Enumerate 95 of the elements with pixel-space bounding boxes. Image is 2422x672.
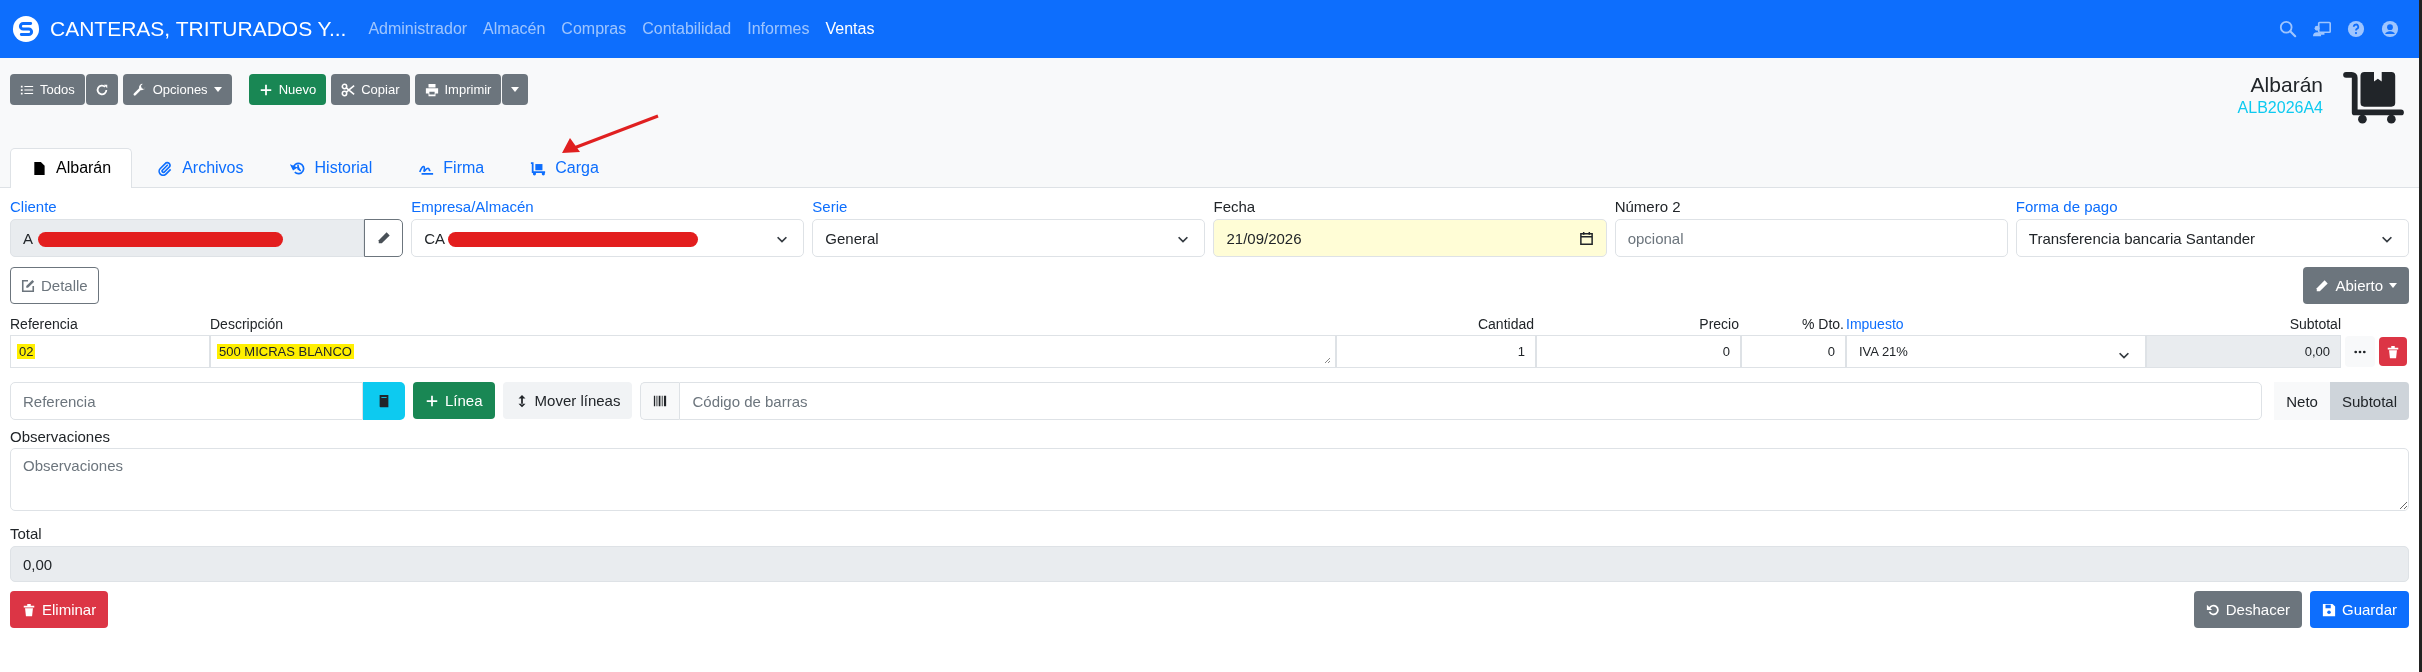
caret-icon bbox=[511, 87, 520, 92]
copy-button[interactable]: Copiar bbox=[331, 74, 410, 105]
print-dropdown-button[interactable] bbox=[502, 74, 529, 105]
undo-icon bbox=[2205, 602, 2220, 617]
text-field[interactable]: opcional bbox=[1614, 219, 2008, 257]
select-field[interactable]: Transferencia bancaria Santander bbox=[2015, 219, 2409, 257]
file-icon bbox=[31, 160, 47, 176]
total-field: 0,00 bbox=[10, 546, 2409, 582]
todos-button[interactable]: Todos bbox=[10, 74, 85, 105]
column-header: Cantidad bbox=[1476, 316, 1535, 334]
new-button[interactable]: Nuevo bbox=[248, 74, 327, 105]
presenter-icon[interactable] bbox=[2313, 20, 2331, 38]
menu-item[interactable]: Almacén bbox=[483, 20, 546, 38]
column-header: Precio bbox=[1698, 316, 1740, 334]
menu-item[interactable]: Contabilidad bbox=[642, 20, 732, 38]
reference-field[interactable]: Referencia bbox=[10, 382, 363, 420]
options-button[interactable]: Opciones bbox=[122, 74, 232, 105]
select-field[interactable]: CA bbox=[411, 219, 805, 257]
pencil-icon bbox=[376, 231, 391, 245]
help-icon[interactable] bbox=[2347, 20, 2365, 38]
field-label: Observaciones bbox=[10, 428, 111, 446]
status-button[interactable]: Abierto bbox=[2303, 267, 2409, 304]
caret-icon bbox=[2389, 283, 2397, 288]
caret-icon bbox=[213, 87, 222, 92]
column-header: Descripción bbox=[210, 316, 285, 334]
tab[interactable]: Historial bbox=[268, 148, 394, 188]
select-field[interactable]: General bbox=[812, 219, 1206, 257]
field-label-link[interactable]: Cliente bbox=[10, 198, 57, 216]
barcode-icon bbox=[653, 394, 668, 408]
description-input[interactable]: 500 MICRAS BLANCO bbox=[210, 335, 1336, 368]
subtotal-field: 0,00 bbox=[2146, 335, 2341, 368]
menu-item[interactable]: Compras bbox=[561, 20, 627, 38]
field-label-link[interactable]: Forma de pago bbox=[2015, 198, 2118, 216]
delete-line-button[interactable] bbox=[2379, 337, 2407, 366]
trash-icon bbox=[2386, 344, 2400, 359]
tab[interactable]: Albarán bbox=[10, 148, 133, 188]
save-icon bbox=[2321, 602, 2336, 617]
pencil-icon bbox=[2315, 278, 2330, 293]
field-label: Total bbox=[10, 525, 42, 543]
tax-select[interactable]: IVA 21% bbox=[1846, 335, 2146, 368]
print-button[interactable]: Imprimir bbox=[414, 74, 502, 105]
save-button[interactable]: Guardar bbox=[2309, 591, 2409, 628]
hand-truck-icon bbox=[530, 160, 547, 176]
discount-input[interactable]: 0 bbox=[1741, 335, 1846, 368]
plus-icon bbox=[258, 82, 273, 97]
paperclip-icon bbox=[157, 160, 174, 176]
price-input[interactable]: 0 bbox=[1536, 335, 1741, 368]
wrench-icon bbox=[132, 82, 147, 97]
reload-button[interactable] bbox=[85, 74, 118, 105]
search-icon[interactable] bbox=[2279, 20, 2297, 38]
field-label: Número 2 bbox=[1614, 198, 1681, 216]
app-logo-icon[interactable] bbox=[12, 15, 40, 43]
mode-toggle[interactable]: Subtotal bbox=[2329, 382, 2409, 420]
tab[interactable]: Firma bbox=[397, 148, 506, 188]
mode-toggle[interactable]: Neto bbox=[2274, 382, 2330, 420]
scissors-icon bbox=[341, 82, 356, 97]
column-header: Subtotal bbox=[2288, 316, 2341, 334]
client-field[interactable]: A bbox=[10, 219, 365, 257]
catalog-button[interactable] bbox=[362, 382, 405, 420]
plus-icon bbox=[425, 393, 439, 408]
reload-icon bbox=[94, 82, 109, 97]
menu-item[interactable]: Ventas bbox=[825, 20, 875, 38]
date-field[interactable]: 21/09/2026 bbox=[1213, 219, 1607, 257]
printer-icon bbox=[424, 82, 439, 97]
edit-button[interactable] bbox=[364, 219, 404, 257]
edit-icon bbox=[21, 278, 35, 293]
move-lines-button[interactable]: Mover líneas bbox=[502, 382, 633, 419]
trash-icon bbox=[22, 602, 36, 617]
column-header-link[interactable]: Impuesto bbox=[1846, 316, 2146, 335]
user-icon[interactable] bbox=[2381, 20, 2399, 38]
field-label-link[interactable]: Serie bbox=[812, 198, 848, 216]
reference-input[interactable]: 02 bbox=[10, 335, 210, 368]
column-header: % Dto. bbox=[1801, 316, 1845, 334]
company-name[interactable]: CANTERAS, TRITURADOS Y... bbox=[50, 17, 347, 41]
field-label-link[interactable]: Empresa/Almacén bbox=[411, 198, 534, 216]
quantity-input[interactable]: 1 bbox=[1336, 335, 1536, 368]
field-label: Fecha bbox=[1213, 198, 1256, 216]
hand-truck-icon bbox=[2343, 70, 2405, 124]
history-icon bbox=[289, 160, 306, 176]
tab[interactable]: Carga bbox=[509, 148, 620, 188]
menu-item[interactable]: Administrador bbox=[368, 20, 468, 38]
calendar-icon[interactable] bbox=[1578, 231, 1594, 246]
document-code: ALB2026A4 bbox=[2237, 99, 2323, 117]
observations-field[interactable]: Observaciones bbox=[10, 448, 2409, 511]
detail-button[interactable]: Detalle bbox=[10, 267, 99, 304]
delete-button[interactable]: Eliminar bbox=[10, 591, 109, 628]
barcode-field[interactable]: Código de barras bbox=[679, 382, 2263, 420]
document-title: Albarán bbox=[2250, 73, 2323, 97]
ellipsis-icon bbox=[2354, 349, 2366, 354]
menu-item[interactable]: Informes bbox=[747, 20, 810, 38]
resize-grip-icon[interactable] bbox=[1323, 356, 1331, 364]
tab[interactable]: Archivos bbox=[136, 148, 265, 188]
undo-button[interactable]: Deshacer bbox=[2193, 591, 2302, 628]
column-header: Referencia bbox=[10, 316, 79, 334]
add-line-button[interactable]: Línea bbox=[413, 382, 495, 419]
